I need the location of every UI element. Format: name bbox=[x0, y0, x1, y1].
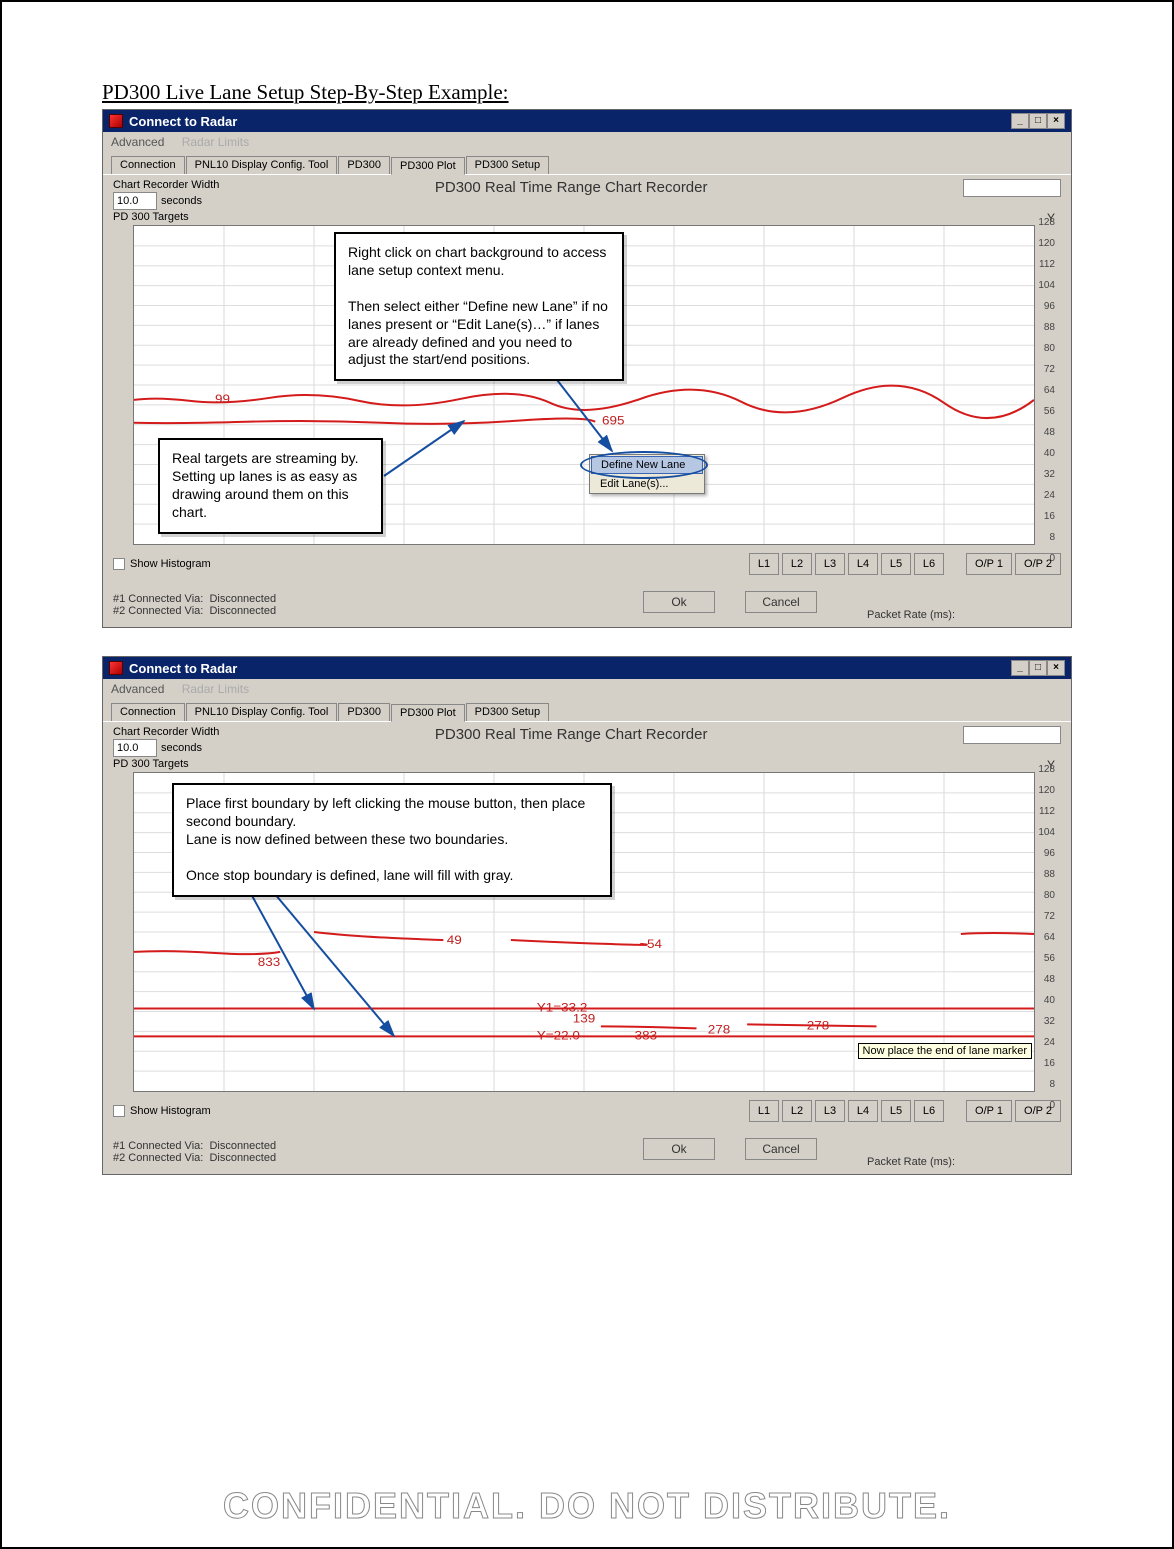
window-title: Connect to Radar bbox=[129, 114, 237, 129]
op-button[interactable]: O/P 1 bbox=[966, 1100, 1012, 1122]
tab-pd300[interactable]: PD300 bbox=[338, 156, 390, 174]
tab-content: Chart Recorder Width seconds PD 300 Targ… bbox=[103, 175, 1071, 627]
seconds-label: seconds bbox=[161, 195, 202, 207]
app-icon bbox=[109, 114, 123, 128]
lane-button[interactable]: L5 bbox=[881, 1100, 911, 1122]
tab-pd300-plot[interactable]: PD300 Plot bbox=[391, 157, 465, 175]
recorder-width-input[interactable] bbox=[113, 739, 157, 757]
show-histogram-checkbox[interactable]: Show Histogram bbox=[113, 1105, 211, 1117]
minimize-icon[interactable]: _ bbox=[1011, 113, 1029, 129]
lane-button[interactable]: L5 bbox=[881, 553, 911, 575]
tab-pnl10[interactable]: PNL10 Display Config. Tool bbox=[186, 703, 338, 721]
menubar: Advanced Radar Limits bbox=[103, 679, 1071, 699]
lane-button[interactable]: L3 bbox=[815, 553, 845, 575]
tabstrip: Connection PNL10 Display Config. Tool PD… bbox=[103, 152, 1071, 175]
tab-pd300[interactable]: PD300 bbox=[338, 703, 390, 721]
conn2-status: Disconnected bbox=[209, 605, 276, 617]
lane-button[interactable]: L2 bbox=[782, 553, 812, 575]
packet-rate-label: Packet Rate (ms): bbox=[867, 1156, 955, 1168]
ytick: 0 bbox=[1031, 1100, 1055, 1111]
callout-boundaries: Place first boundary by left clicking th… bbox=[172, 783, 612, 897]
packet-rate-label: Packet Rate (ms): bbox=[867, 609, 955, 621]
tab-connection[interactable]: Connection bbox=[111, 156, 185, 174]
show-histogram-label: Show Histogram bbox=[130, 558, 211, 570]
checkbox-icon[interactable] bbox=[113, 1105, 125, 1117]
callout-top: Right click on chart background to acces… bbox=[334, 232, 624, 381]
minimize-icon[interactable]: _ bbox=[1011, 660, 1029, 676]
titlebar[interactable]: Connect to Radar _ □ × bbox=[103, 657, 1071, 679]
checkbox-icon[interactable] bbox=[113, 558, 125, 570]
tab-pnl10[interactable]: PNL10 Display Config. Tool bbox=[186, 156, 338, 174]
maximize-icon[interactable]: □ bbox=[1029, 660, 1047, 676]
ok-button[interactable]: Ok bbox=[643, 591, 715, 613]
page-title: PD300 Live Lane Setup Step-By-Step Examp… bbox=[102, 80, 1072, 105]
titlebar[interactable]: Connect to Radar _ □ × bbox=[103, 110, 1071, 132]
lane-button[interactable]: L1 bbox=[749, 553, 779, 575]
seconds-label: seconds bbox=[161, 742, 202, 754]
close-icon[interactable]: × bbox=[1047, 113, 1065, 129]
conn1-label: #1 Connected Via: bbox=[113, 1140, 203, 1152]
callout-bottom: Real targets are streaming by. Setting u… bbox=[158, 438, 383, 534]
confidential-watermark: CONFIDENTIAL. DO NOT DISTRIBUTE. bbox=[2, 1485, 1172, 1527]
tab-connection[interactable]: Connection bbox=[111, 703, 185, 721]
menubar: Advanced Radar Limits bbox=[103, 132, 1071, 152]
chart-title: PD300 Real Time Range Chart Recorder bbox=[185, 179, 957, 196]
tab-pd300-plot[interactable]: PD300 Plot bbox=[391, 704, 465, 722]
conn2-label: #2 Connected Via: bbox=[113, 605, 203, 617]
conn1-label: #1 Connected Via: bbox=[113, 593, 203, 605]
legend-box bbox=[963, 726, 1061, 744]
chart-area[interactable]: 99 695 Right click on chart background t… bbox=[133, 225, 1035, 545]
lane-button[interactable]: L4 bbox=[848, 553, 878, 575]
conn1-status: Disconnected bbox=[209, 593, 276, 605]
ok-button[interactable]: Ok bbox=[643, 1138, 715, 1160]
tabstrip: Connection PNL10 Display Config. Tool PD… bbox=[103, 699, 1071, 722]
app-icon bbox=[109, 661, 123, 675]
show-histogram-label: Show Histogram bbox=[130, 1105, 211, 1117]
targets-label: PD 300 Targets bbox=[113, 758, 219, 770]
conn2-label: #2 Connected Via: bbox=[113, 1152, 203, 1164]
op-button[interactable]: O/P 1 bbox=[966, 553, 1012, 575]
lane-button[interactable]: L2 bbox=[782, 1100, 812, 1122]
lane-button[interactable]: L3 bbox=[815, 1100, 845, 1122]
lane-buttons: L1 L2 L3 L4 L5 L6 bbox=[749, 553, 944, 575]
tab-content: Chart Recorder Width seconds PD 300 Targ… bbox=[103, 722, 1071, 1174]
lane-button[interactable]: L4 bbox=[848, 1100, 878, 1122]
cancel-button[interactable]: Cancel bbox=[745, 1138, 817, 1160]
recorder-width-input[interactable] bbox=[113, 192, 157, 210]
targets-label: PD 300 Targets bbox=[113, 211, 219, 223]
conn1-status: Disconnected bbox=[209, 1140, 276, 1152]
legend-box bbox=[963, 179, 1061, 197]
lane-button[interactable]: L6 bbox=[914, 1100, 944, 1122]
lane-buttons: L1 L2 L3 L4 L5 L6 bbox=[749, 1100, 944, 1122]
ytick: 0 bbox=[1031, 553, 1055, 564]
lane-button[interactable]: L1 bbox=[749, 1100, 779, 1122]
cancel-button[interactable]: Cancel bbox=[745, 591, 817, 613]
show-histogram-checkbox[interactable]: Show Histogram bbox=[113, 558, 211, 570]
document-page: PD300 Live Lane Setup Step-By-Step Examp… bbox=[0, 0, 1174, 1549]
maximize-icon[interactable]: □ bbox=[1029, 113, 1047, 129]
app-window-1: Connect to Radar _ □ × Advanced Radar Li… bbox=[102, 109, 1072, 628]
conn2-status: Disconnected bbox=[209, 1152, 276, 1164]
app-window-2: Connect to Radar _ □ × Advanced Radar Li… bbox=[102, 656, 1072, 1175]
menu-advanced[interactable]: Advanced bbox=[111, 682, 164, 696]
chart-area[interactable]: 833 49 54 278 Y1=33.2 139 Y=22.0 383 278… bbox=[133, 772, 1035, 1092]
tab-pd300-setup[interactable]: PD300 Setup bbox=[466, 703, 549, 721]
menu-radar-limits: Radar Limits bbox=[182, 135, 249, 149]
menu-radar-limits: Radar Limits bbox=[182, 682, 249, 696]
close-icon[interactable]: × bbox=[1047, 660, 1065, 676]
lane-button[interactable]: L6 bbox=[914, 553, 944, 575]
menu-advanced[interactable]: Advanced bbox=[111, 135, 164, 149]
window-title: Connect to Radar bbox=[129, 661, 237, 676]
tab-pd300-setup[interactable]: PD300 Setup bbox=[466, 156, 549, 174]
chart-title: PD300 Real Time Range Chart Recorder bbox=[185, 726, 957, 743]
